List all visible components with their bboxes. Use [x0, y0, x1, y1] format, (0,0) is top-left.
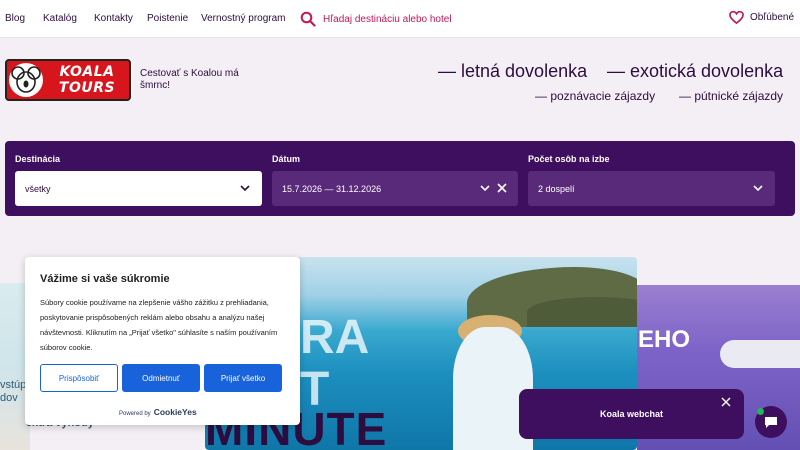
close-icon[interactable] — [721, 397, 731, 407]
favorites-link[interactable]: Obľúbené — [729, 10, 794, 25]
hero-overlay-text: RA T — [300, 311, 370, 416]
cookie-consent-dialog: Vážime si vaše súkromie Súbory cookie po… — [25, 257, 300, 425]
logo-text: KOALA TOURS — [58, 64, 116, 96]
heart-icon — [729, 10, 744, 25]
nav-link-insurance[interactable]: Poistenie — [147, 13, 188, 24]
category-pilgrimage[interactable]: — pútnické zájazdy — [679, 89, 783, 103]
persons-value: 2 dospelí — [538, 183, 575, 194]
cookie-body: Súbory cookie používame na zlepšenie váš… — [40, 298, 278, 352]
airplane-image — [720, 340, 800, 368]
cookie-title: Vážime si vaše súkromie — [40, 273, 170, 285]
tagline: Cestovať s Koalou má šmrnc! — [140, 68, 239, 91]
chevron-down-icon — [480, 185, 490, 192]
search-panel: Destinácia všetky Dátum 15.7.2026 — 31.1… — [5, 141, 795, 216]
koala-icon — [9, 63, 43, 97]
chevron-down-icon — [240, 185, 250, 192]
top-navigation: Blog Katalóg Kontakty Poistenie Vernostn… — [0, 0, 800, 38]
nav-link-contacts[interactable]: Kontakty — [94, 13, 133, 24]
search-placeholder: Hľadaj destináciu alebo hotel — [323, 13, 452, 25]
nav-link-catalog[interactable]: Katalóg — [43, 13, 77, 24]
hero-right-text: EHO — [638, 326, 691, 353]
hero-hill — [527, 297, 637, 327]
category-exotic[interactable]: — exotická dovolenka — [607, 61, 783, 82]
search-input[interactable]: Hľadaj destináciu alebo hotel — [300, 9, 500, 29]
favorites-label: Obľúbené — [749, 12, 794, 23]
date-select[interactable]: 15.7.2026 — 31.12.2026 — [272, 171, 518, 206]
koala-tours-logo[interactable]: KOALA TOURS — [5, 59, 131, 101]
date-value: 15.7.2026 — 31.12.2026 — [282, 183, 382, 194]
category-sightseeing[interactable]: — poznávacie zájazdy — [535, 89, 655, 103]
persons-select[interactable]: 2 dospelí — [528, 171, 775, 206]
date-label: Dátum — [272, 154, 301, 164]
destination-select[interactable]: všetky — [15, 171, 262, 206]
webchat-label: Koala webchat — [599, 409, 664, 419]
nav-link-loyalty[interactable]: Vernostný program — [201, 13, 286, 24]
nav-link-blog[interactable]: Blog — [5, 13, 25, 24]
chat-icon — [765, 417, 777, 428]
search-icon — [300, 11, 316, 27]
destination-label: Destinácia — [15, 154, 61, 164]
online-status-icon — [757, 408, 764, 415]
customize-button[interactable]: Prispôsobiť — [40, 364, 118, 392]
webchat-panel[interactable]: Koala webchat — [519, 389, 744, 439]
close-icon[interactable] — [496, 182, 508, 194]
reject-button[interactable]: Odmietnuť — [122, 364, 200, 392]
chevron-down-icon — [753, 185, 763, 192]
persons-label: Počet osôb na izbe — [528, 154, 610, 164]
hero-left-text: vstúp dov — [0, 379, 27, 404]
powered-by-cookieyes[interactable]: Powered by CookieYes — [119, 407, 197, 417]
category-summer[interactable]: — letná dovolenka — [438, 61, 587, 82]
destination-value: všetky — [25, 183, 51, 194]
accept-all-button[interactable]: Prijať všetko — [204, 364, 282, 392]
